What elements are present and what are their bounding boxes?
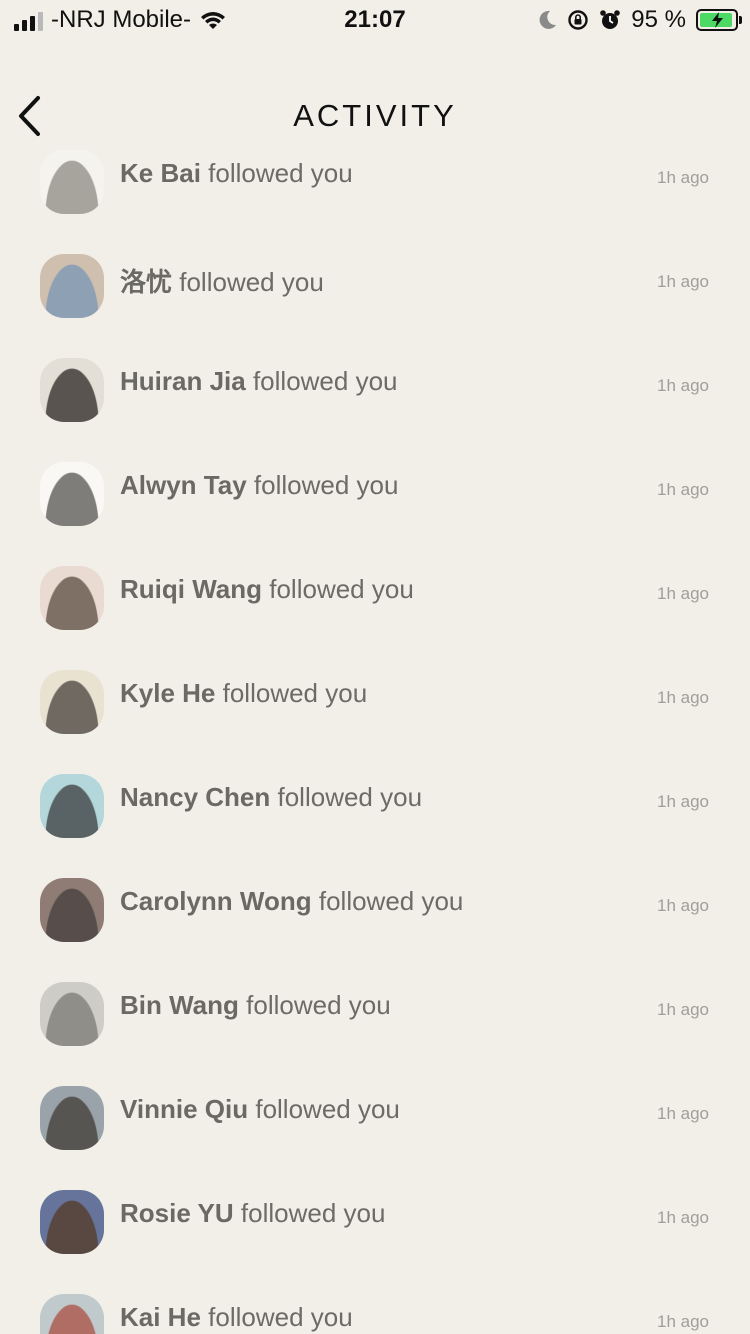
avatar[interactable] (40, 1190, 104, 1254)
user-name[interactable]: Vinnie Qiu (120, 1094, 248, 1124)
user-name[interactable]: Alwyn Tay (120, 470, 247, 500)
activity-row[interactable]: Vinnie Qiu followed you 1h ago (0, 1058, 750, 1162)
activity-time: 1h ago (657, 584, 709, 603)
avatar[interactable] (40, 150, 104, 214)
user-name[interactable]: 洛忧 (120, 267, 172, 297)
orientation-lock-icon (568, 10, 588, 30)
user-name[interactable]: Huiran Jia (120, 366, 246, 396)
avatar[interactable] (40, 566, 104, 630)
battery-icon (696, 9, 742, 31)
alarm-icon (600, 10, 621, 29)
activity-row[interactable]: Kyle He followed you 1h ago (0, 642, 750, 746)
activity-action: followed you (318, 886, 464, 916)
user-name[interactable]: Carolynn Wong (120, 886, 312, 916)
activity-action: followed you (269, 574, 414, 604)
avatar[interactable] (40, 878, 104, 942)
avatar[interactable] (40, 462, 104, 526)
activity-action: followed you (253, 470, 399, 500)
battery-percent: 95 % (631, 6, 686, 33)
moon-icon (539, 10, 557, 29)
activity-time: 1h ago (657, 792, 709, 811)
activity-text: Bin Wang followed you (120, 990, 391, 1021)
user-name[interactable]: Rosie YU (120, 1198, 234, 1228)
user-name[interactable]: Kyle He (120, 678, 215, 708)
activity-row[interactable]: 洛忧 followed you 1h ago (0, 226, 750, 330)
status-right: 95 % (537, 6, 742, 34)
activity-time: 1h ago (657, 896, 709, 915)
activity-list: Ke Bai followed you 1h ago 洛忧 followed y… (0, 122, 750, 1334)
user-name[interactable]: Ruiqi Wang (120, 574, 262, 604)
activity-action: followed you (222, 678, 368, 708)
user-name[interactable]: Ke Bai (120, 158, 201, 188)
activity-row[interactable]: Alwyn Tay followed you 1h ago (0, 434, 750, 538)
avatar[interactable] (40, 774, 104, 838)
activity-text: 洛忧 followed you (120, 262, 324, 299)
activity-action: followed you (208, 1302, 353, 1332)
activity-time: 1h ago (657, 168, 709, 187)
user-name[interactable]: Kai He (120, 1302, 201, 1332)
activity-time: 1h ago (657, 376, 709, 395)
status-bar: -NRJ Mobile- 21:07 95 % (0, 0, 750, 42)
activity-row[interactable]: Ke Bai followed you 1h ago (0, 122, 750, 226)
avatar[interactable] (40, 1294, 104, 1334)
activity-text: Kai He followed you (120, 1302, 353, 1333)
screen: -NRJ Mobile- 21:07 95 % ACTIVITY Ke Bai … (0, 0, 750, 1334)
activity-text: Huiran Jia followed you (120, 366, 398, 397)
user-name[interactable]: Nancy Chen (120, 782, 270, 812)
activity-action: followed you (240, 1198, 386, 1228)
avatar[interactable] (40, 670, 104, 734)
activity-time: 1h ago (657, 688, 709, 707)
activity-row[interactable]: Carolynn Wong followed you 1h ago (0, 850, 750, 954)
activity-text: Kyle He followed you (120, 678, 367, 709)
activity-action: followed you (208, 158, 353, 188)
activity-text: Carolynn Wong followed you (120, 886, 463, 917)
activity-row[interactable]: Bin Wang followed you 1h ago (0, 954, 750, 1058)
activity-text: Ke Bai followed you (120, 158, 353, 189)
activity-row[interactable]: Huiran Jia followed you 1h ago (0, 330, 750, 434)
activity-time: 1h ago (657, 1312, 709, 1331)
activity-action: followed you (246, 990, 391, 1020)
activity-text: Rosie YU followed you (120, 1198, 385, 1229)
activity-action: followed you (252, 366, 398, 396)
activity-time: 1h ago (657, 1208, 709, 1227)
activity-time: 1h ago (657, 1000, 709, 1019)
activity-text: Vinnie Qiu followed you (120, 1094, 400, 1125)
avatar[interactable] (40, 982, 104, 1046)
activity-text: Nancy Chen followed you (120, 782, 422, 813)
activity-time: 1h ago (657, 1104, 709, 1123)
activity-action: followed you (255, 1094, 400, 1124)
activity-action: followed you (179, 267, 324, 297)
user-name[interactable]: Bin Wang (120, 990, 239, 1020)
activity-row[interactable]: Nancy Chen followed you 1h ago (0, 746, 750, 850)
activity-time: 1h ago (657, 480, 709, 499)
avatar[interactable] (40, 358, 104, 422)
avatar[interactable] (40, 1086, 104, 1150)
avatar[interactable] (40, 254, 104, 318)
activity-text: Alwyn Tay followed you (120, 470, 398, 501)
activity-row[interactable]: Rosie YU followed you 1h ago (0, 1162, 750, 1266)
activity-action: followed you (277, 782, 423, 812)
activity-row[interactable]: Kai He followed you 1h ago (0, 1266, 750, 1334)
activity-row[interactable]: Ruiqi Wang followed you 1h ago (0, 538, 750, 642)
activity-time: 1h ago (657, 272, 709, 291)
activity-text: Ruiqi Wang followed you (120, 574, 414, 605)
